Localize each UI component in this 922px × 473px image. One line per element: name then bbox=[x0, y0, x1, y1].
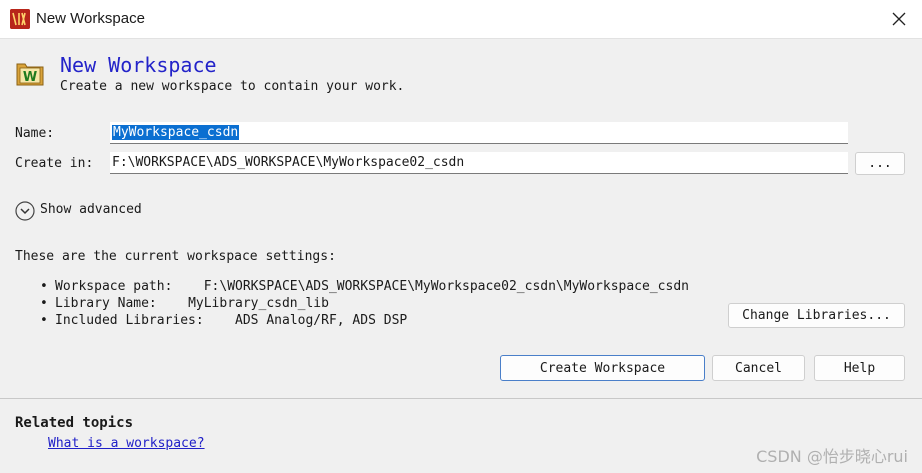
browse-button[interactable]: ... bbox=[855, 152, 905, 175]
change-libraries-button[interactable]: Change Libraries... bbox=[728, 303, 905, 328]
title-bar: New Workspace bbox=[0, 0, 922, 39]
svg-text:W: W bbox=[23, 70, 37, 85]
create-in-input-value: F:\WORKSPACE\ADS_WORKSPACE\MyWorkspace02… bbox=[112, 155, 465, 170]
name-label: Name: bbox=[15, 126, 55, 141]
name-input-value: MyWorkspace_csdn bbox=[112, 125, 240, 140]
ads-app-icon bbox=[10, 9, 30, 29]
what-is-workspace-link[interactable]: What is a workspace? bbox=[48, 436, 205, 451]
cancel-button[interactable]: Cancel bbox=[712, 355, 805, 381]
list-item: • Library Name: MyLibrary_csdn_lib bbox=[40, 296, 329, 311]
close-button[interactable] bbox=[876, 0, 922, 38]
show-advanced-toggle[interactable]: Show advanced bbox=[40, 202, 142, 217]
settings-intro: These are the current workspace settings… bbox=[15, 249, 336, 264]
related-topics-title: Related topics bbox=[15, 415, 134, 431]
name-input[interactable]: MyWorkspace_csdn bbox=[110, 122, 848, 144]
create-workspace-button[interactable]: Create Workspace bbox=[500, 355, 705, 381]
watermark: CSDN @怡步晓心rui bbox=[756, 447, 908, 466]
list-item: • Included Libraries: ADS Analog/RF, ADS … bbox=[40, 313, 408, 328]
create-in-input[interactable]: F:\WORKSPACE\ADS_WORKSPACE\MyWorkspace02… bbox=[110, 152, 848, 174]
list-item: • Workspace path: F:\WORKSPACE\ADS_WORKSP… bbox=[40, 279, 689, 294]
close-icon bbox=[892, 12, 906, 26]
window-title: New Workspace bbox=[36, 10, 145, 27]
dialog-subtitle: Create a new workspace to contain your w… bbox=[60, 79, 405, 94]
workspace-icon: W bbox=[15, 59, 45, 87]
dialog-title: New Workspace bbox=[60, 53, 217, 77]
help-button[interactable]: Help bbox=[814, 355, 905, 381]
create-in-label: Create in: bbox=[15, 156, 94, 171]
settings-list: • Workspace path: F:\WORKSPACE\ADS_WORKSP… bbox=[40, 278, 689, 329]
expand-chevron-icon[interactable] bbox=[15, 201, 35, 221]
